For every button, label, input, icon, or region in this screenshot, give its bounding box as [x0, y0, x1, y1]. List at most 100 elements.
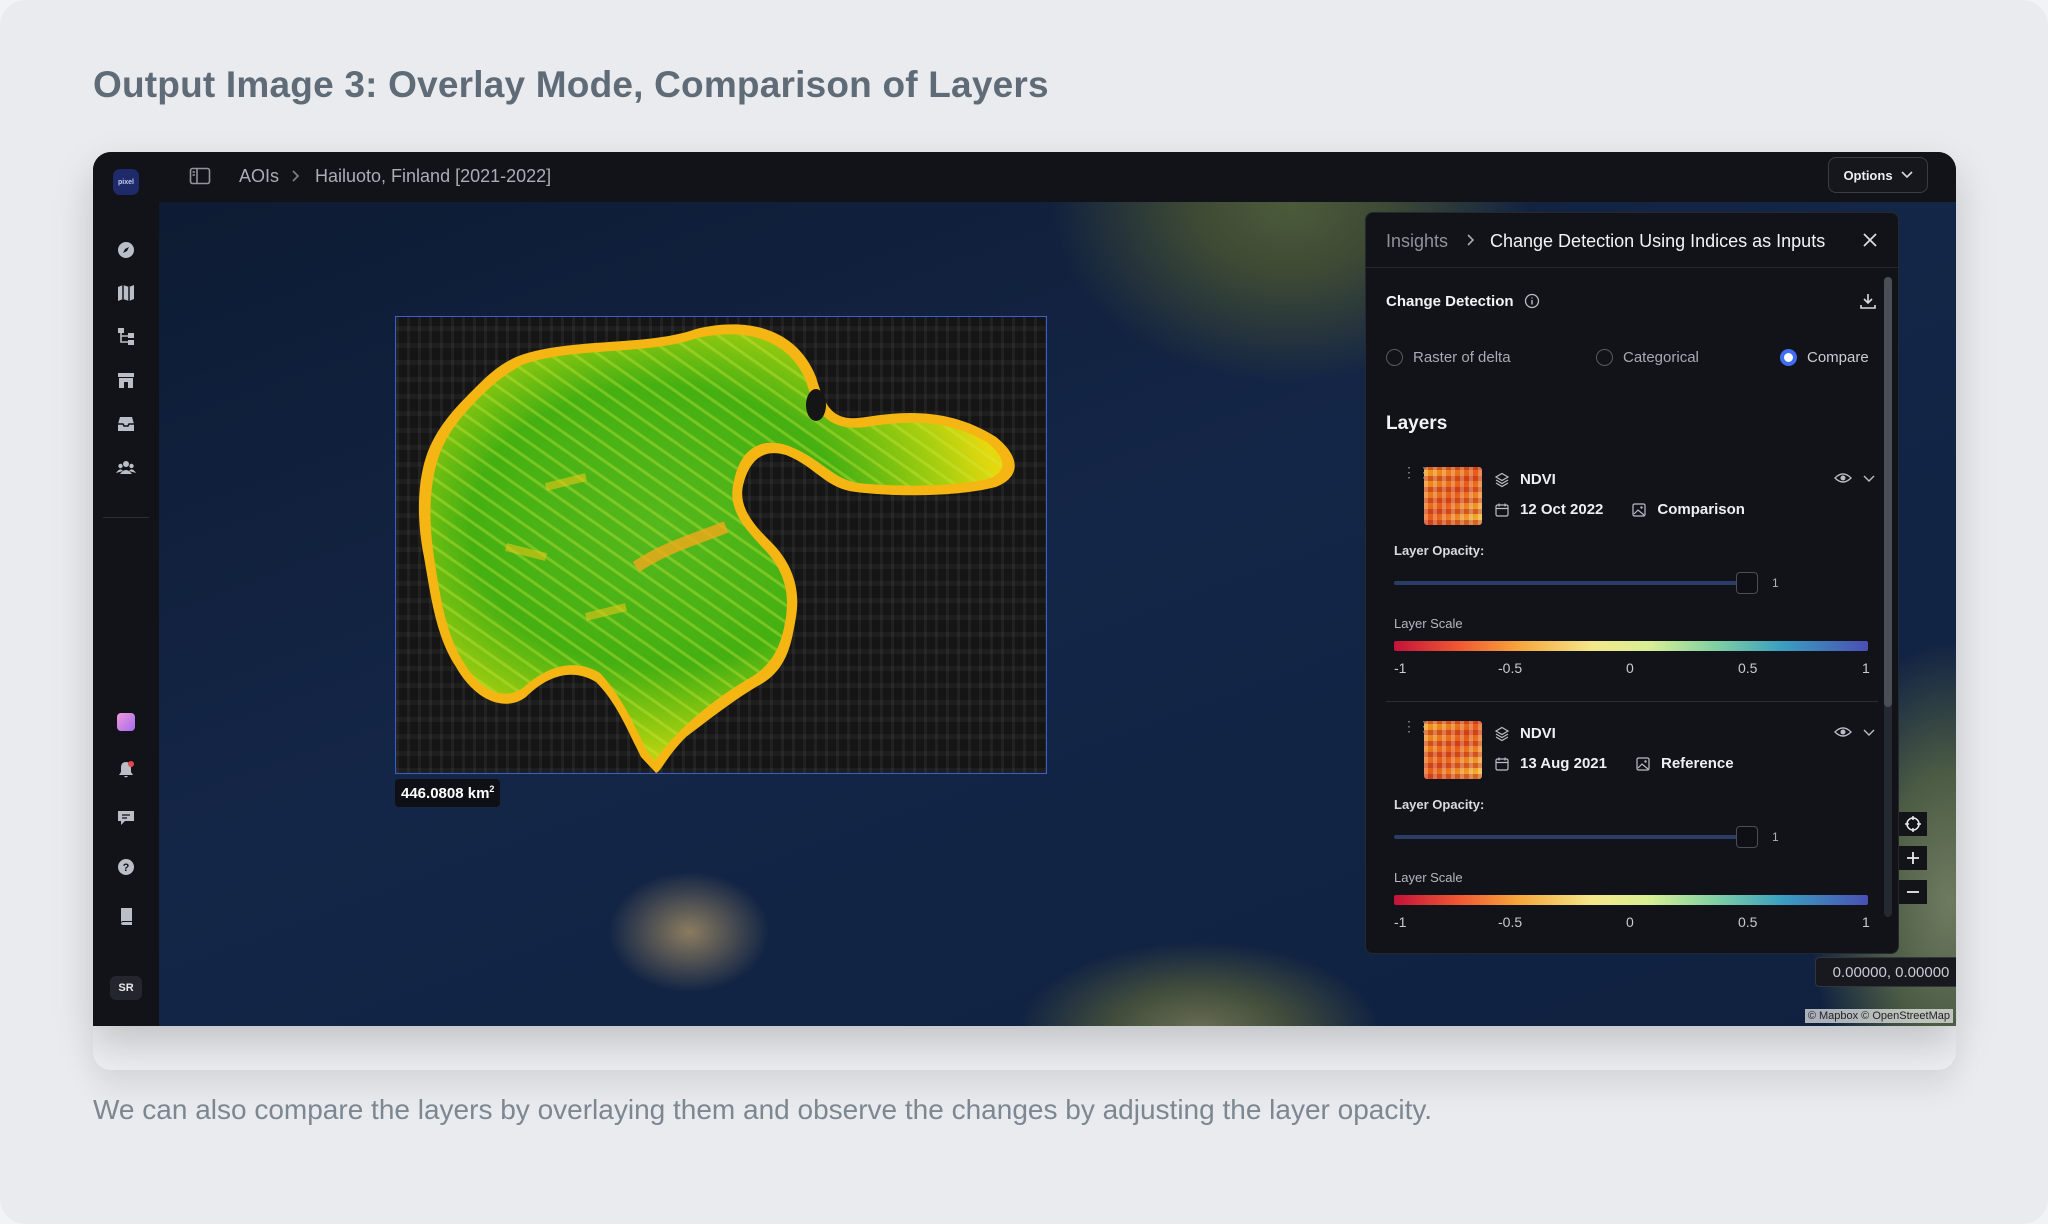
compass-icon[interactable]: [114, 238, 138, 262]
mode-categorical[interactable]: Categorical: [1596, 349, 1699, 366]
opacity-value: 1: [1772, 830, 1779, 844]
download-icon[interactable]: [1858, 291, 1878, 316]
image-icon: [1636, 756, 1650, 771]
layer-card: ⋮⋮ NDVI 12 Oct 2022 Comparison Layer Opa…: [1386, 461, 1878, 711]
panel-scrollbar-thumb[interactable]: [1884, 277, 1892, 707]
mode-compare[interactable]: Compare: [1780, 349, 1869, 366]
panel-scrollbar[interactable]: [1884, 277, 1892, 917]
breadcrumb-aois[interactable]: AOIs: [239, 166, 279, 187]
panel-breadcrumb-insights[interactable]: Insights: [1386, 231, 1448, 252]
svg-text:?: ?: [123, 862, 130, 874]
area-unit-exponent: 2: [489, 784, 495, 794]
map-attribution[interactable]: © Mapbox © OpenStreetMap: [1804, 1009, 1953, 1023]
page-caption: We can also compare the layers by overla…: [93, 1094, 1433, 1125]
layer-index-name: NDVI: [1520, 471, 1556, 488]
panel-chevron-icon: [1464, 233, 1476, 252]
top-bar: AOIs Hailuoto, Finland [2021-2022] Optio…: [159, 152, 1956, 203]
inbox-icon[interactable]: [114, 412, 138, 436]
workflow-icon[interactable]: [114, 324, 138, 348]
breadcrumb-aoi-name[interactable]: Hailuoto, Finland [2021-2022]: [315, 166, 551, 187]
scale-tick: -0.5: [1498, 660, 1523, 676]
notifications-icon[interactable]: [114, 758, 138, 782]
mode-radio-group: Raster of delta Categorical Compare: [1386, 349, 1886, 373]
scale-tick: 1: [1862, 914, 1870, 930]
radio-indicator: [1386, 349, 1403, 366]
options-button[interactable]: Options: [1828, 157, 1928, 193]
mode-label: Categorical: [1623, 349, 1699, 366]
opacity-value: 1: [1772, 576, 1779, 590]
opacity-slider-thumb[interactable]: [1736, 572, 1758, 594]
layer-date: 12 Oct 2022: [1520, 501, 1604, 518]
app-window: pixel ? SR AOIs Hailuoto, Finland [2021-…: [93, 152, 1956, 1026]
calendar-icon: [1495, 503, 1509, 517]
layers-icon: [1494, 726, 1510, 741]
map-icon[interactable]: [114, 281, 138, 305]
ndvi-color-scale: [1394, 641, 1868, 651]
app-tile-icon[interactable]: [114, 710, 138, 734]
layer-index-row: NDVI: [1494, 725, 1556, 742]
layer-divider: [1386, 701, 1878, 702]
area-measurement-label: 446.0808 km2: [395, 779, 501, 807]
radio-indicator-selected: [1780, 349, 1797, 366]
ndvi-raster-layer: [395, 316, 1047, 774]
crosshair-icon: [1905, 816, 1921, 832]
scale-tick: -1: [1394, 660, 1407, 676]
user-avatar[interactable]: SR: [110, 976, 142, 1000]
minus-icon: [1907, 891, 1919, 893]
expand-chevron-icon[interactable]: [1862, 725, 1876, 744]
scale-tick: -1: [1394, 914, 1407, 930]
left-rail: pixel ? SR: [93, 152, 160, 1026]
image-icon: [1632, 502, 1647, 517]
island-ndvi-shape: [418, 324, 1015, 773]
locate-button[interactable]: [1899, 812, 1927, 836]
opacity-slider-track[interactable]: [1394, 581, 1746, 585]
help-icon[interactable]: ?: [114, 855, 138, 879]
layer-date: 13 Aug 2021: [1520, 755, 1607, 772]
visibility-eye-icon[interactable]: [1834, 725, 1852, 744]
opacity-slider-thumb[interactable]: [1736, 826, 1758, 848]
scale-label: Layer Scale: [1394, 870, 1463, 885]
visibility-eye-icon[interactable]: [1834, 471, 1852, 490]
layer-date-row: 13 Aug 2021 Reference: [1494, 755, 1734, 772]
layer-role: Reference: [1661, 755, 1734, 772]
scale-tick: 0.5: [1738, 914, 1758, 930]
coordinates-readout: 0.00000, 0.00000: [1815, 957, 1956, 987]
scale-label: Layer Scale: [1394, 616, 1463, 631]
layer-role: Comparison: [1657, 501, 1745, 518]
layer-thumbnail: [1424, 721, 1482, 779]
section-title: Change Detection: [1386, 293, 1540, 310]
mode-raster-of-delta[interactable]: Raster of delta: [1386, 349, 1511, 366]
scale-tick: 0: [1626, 914, 1634, 930]
panel-title: Change Detection Using Indices as Inputs: [1490, 231, 1826, 251]
opacity-label: Layer Opacity:: [1394, 797, 1485, 812]
close-icon[interactable]: [1860, 230, 1880, 250]
layers-icon: [1494, 472, 1510, 487]
docs-icon[interactable]: [114, 904, 138, 928]
layer-date-row: 12 Oct 2022 Comparison: [1494, 501, 1745, 518]
section-info-icon[interactable]: [1524, 293, 1540, 309]
scale-tick: 0.5: [1738, 660, 1758, 676]
plus-icon: [1907, 852, 1919, 864]
team-icon[interactable]: [114, 455, 138, 479]
feedback-icon[interactable]: [114, 806, 138, 830]
app-logo[interactable]: pixel: [113, 169, 139, 195]
expand-chevron-icon[interactable]: [1862, 471, 1876, 490]
opacity-label: Layer Opacity:: [1394, 543, 1485, 558]
scale-tick: 0: [1626, 660, 1634, 676]
rail-divider: [103, 517, 149, 518]
zoom-in-button[interactable]: [1899, 846, 1927, 870]
calendar-icon: [1495, 757, 1509, 771]
sidebar-toggle-icon[interactable]: [189, 166, 211, 191]
layers-title: Layers: [1386, 413, 1448, 434]
layer-index-name: NDVI: [1520, 725, 1556, 742]
insights-panel: Insights Change Detection Using Indices …: [1365, 212, 1899, 954]
mode-label: Raster of delta: [1413, 349, 1511, 366]
chevron-down-icon: [1900, 171, 1913, 179]
panel-header: Insights Change Detection Using Indices …: [1366, 213, 1898, 268]
radio-indicator: [1596, 349, 1613, 366]
app-frame-bottom: [93, 1026, 1956, 1070]
store-icon[interactable]: [114, 368, 138, 392]
mode-label: Compare: [1807, 349, 1869, 366]
opacity-slider-track[interactable]: [1394, 835, 1746, 839]
zoom-out-button[interactable]: [1899, 880, 1927, 904]
